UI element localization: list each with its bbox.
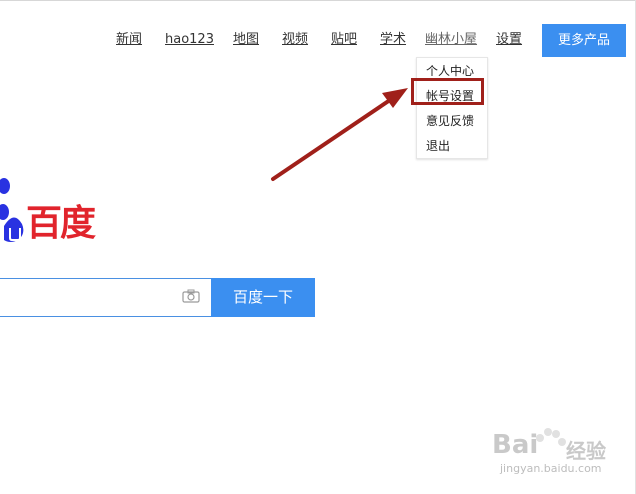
- camera-icon[interactable]: [182, 289, 200, 303]
- menu-item-personal-center[interactable]: 个人中心: [426, 64, 474, 78]
- search-button[interactable]: 百度一下: [211, 278, 315, 317]
- baidu-logo-text: 百度: [26, 203, 96, 244]
- user-dropdown-menu: 个人中心 帐号设置 意见反馈 退出: [416, 57, 488, 159]
- nav-link-map[interactable]: 地图: [233, 32, 259, 48]
- menu-item-logout[interactable]: 退出: [426, 139, 450, 153]
- nav-link-video[interactable]: 视频: [282, 32, 308, 48]
- more-products-button[interactable]: 更多产品: [542, 24, 626, 57]
- annotation-highlight-box: [411, 78, 484, 105]
- user-name-link[interactable]: 幽林小屋: [425, 32, 477, 48]
- settings-link[interactable]: 设置: [496, 32, 522, 48]
- menu-item-feedback[interactable]: 意见反馈: [426, 114, 474, 128]
- nav-link-tieba[interactable]: 贴吧: [331, 32, 357, 48]
- nav-link-hao123[interactable]: hao123: [165, 32, 214, 48]
- watermark-cn: 经验: [566, 439, 606, 463]
- top-border: [0, 0, 636, 1]
- watermark-url: jingyan.baidu.com: [500, 462, 602, 475]
- search-input[interactable]: [0, 278, 211, 317]
- nav-link-xueshu[interactable]: 学术: [380, 32, 406, 48]
- top-nav: 新闻 hao123 地图 视频 贴吧 学术 幽林小屋 设置: [0, 28, 636, 52]
- nav-link-news[interactable]: 新闻: [116, 32, 142, 48]
- browser-page: 新闻 hao123 地图 视频 贴吧 学术 幽林小屋 设置 更多产品 个人中心 …: [0, 0, 636, 494]
- watermark-brand: Bai: [492, 430, 539, 460]
